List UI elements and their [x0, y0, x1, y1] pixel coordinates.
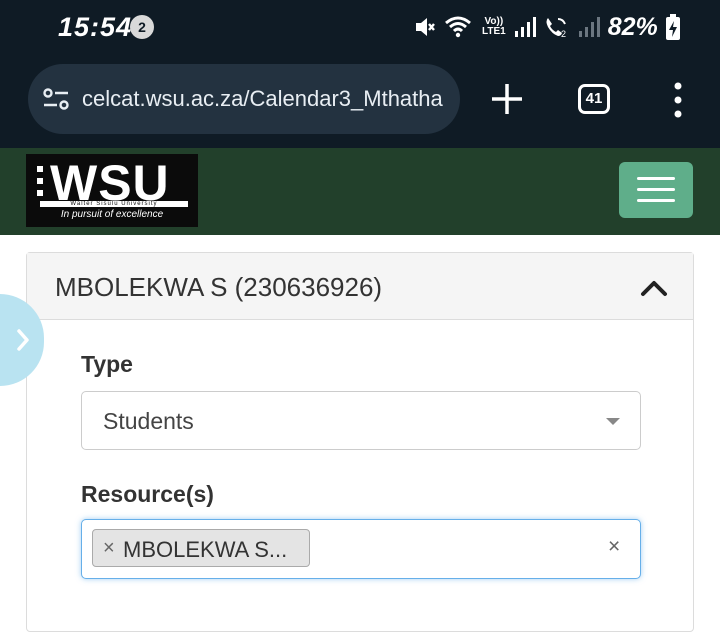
signal-weak-icon — [578, 17, 600, 37]
resource-chip: × MBOLEKWA S... — [92, 529, 310, 567]
battery-charging-icon — [665, 14, 680, 40]
logo-dots-icon — [37, 166, 43, 196]
chevron-up-icon[interactable] — [639, 277, 669, 299]
svg-text:2: 2 — [561, 29, 566, 39]
lte-label: LTE1 — [482, 26, 506, 37]
status-bar: 15:54 2 Vo)) LTE1 2 82% — [0, 0, 720, 56]
resource-chip-label: MBOLEKWA S... — [123, 537, 288, 562]
volte-indicator: Vo)) LTE1 — [482, 17, 506, 37]
hamburger-line — [637, 177, 675, 180]
logo-university-name: Walter Sisulu University — [40, 201, 188, 207]
address-bar[interactable]: celcat.wsu.ac.za/Calendar3_Mthatha — [28, 64, 460, 134]
wsu-logo[interactable]: WSU Walter Sisulu University In pursuit … — [26, 154, 198, 227]
browser-toolbar: celcat.wsu.ac.za/Calendar3_Mthatha 41 — [0, 56, 720, 148]
caret-down-icon — [606, 418, 620, 425]
mute-icon — [416, 18, 435, 36]
clear-selection-icon[interactable]: × — [608, 535, 620, 559]
notification-badge: 2 — [130, 15, 154, 39]
site-settings-icon[interactable] — [42, 85, 70, 113]
hamburger-line — [637, 188, 675, 191]
wifi-icon — [445, 16, 471, 38]
menu-toggle-button[interactable] — [619, 162, 693, 218]
resource-label: Resource(s) — [81, 481, 214, 507]
resource-panel: MBOLEKWA S (230636926) Type Students Res… — [26, 252, 694, 632]
type-select-value: Students — [103, 408, 194, 434]
site-header: WSU Walter Sisulu University In pursuit … — [0, 148, 720, 235]
type-label: Type — [81, 351, 133, 377]
new-tab-button[interactable] — [488, 80, 526, 118]
more-options-icon[interactable] — [668, 80, 688, 120]
logo-tagline: In pursuit of excellence — [60, 209, 164, 220]
panel-title: MBOLEKWA S (230636926) — [55, 272, 383, 302]
chevron-right-icon — [17, 329, 29, 351]
resource-multiselect[interactable]: × MBOLEKWA S... × — [81, 519, 641, 579]
chip-remove-icon[interactable]: × — [103, 537, 115, 560]
system-icons: Vo)) LTE1 2 82% — [414, 12, 680, 42]
signal-icon — [514, 17, 536, 37]
clock: 15:54 — [58, 12, 133, 42]
wifi-calling-icon: 2 — [546, 18, 566, 39]
type-select[interactable]: Students — [81, 391, 641, 450]
tab-switcher-button[interactable]: 41 — [578, 84, 610, 114]
url-text[interactable]: celcat.wsu.ac.za/Calendar3_Mthatha — [82, 86, 443, 112]
panel-header[interactable]: MBOLEKWA S (230636926) — [27, 253, 693, 320]
battery-percentage: 82% — [607, 12, 658, 41]
hamburger-line — [637, 199, 675, 202]
